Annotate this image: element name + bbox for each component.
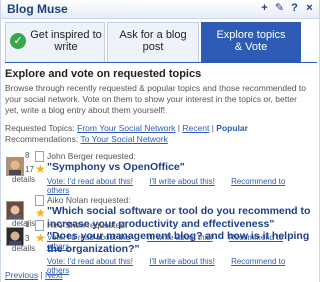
- pencil-icon[interactable]: ✎: [274, 2, 285, 14]
- filter-separator: |: [211, 123, 214, 133]
- intro-text: Browse through recently requested & popu…: [5, 83, 306, 115]
- vote-count: 3: [25, 234, 30, 243]
- widget-title: Blog Muse: [7, 2, 68, 16]
- vote-count: 17: [25, 165, 34, 174]
- tab-label: post: [142, 41, 164, 53]
- blog-muse-widget: Blog Muse + ✎ ? × ✓ Get inspired to writ…: [0, 0, 320, 282]
- filter-label: Recommendations:: [5, 134, 79, 144]
- topic-title[interactable]: "Does your management blog? and how is i…: [47, 230, 319, 256]
- document-icon: [35, 220, 44, 231]
- filter-label: Requested Topics:: [5, 123, 75, 133]
- topic-title[interactable]: "Symphony vs OpenOffice": [47, 161, 319, 174]
- avatar: [6, 201, 24, 220]
- vote-read-link[interactable]: Vote: I'd read about this!: [47, 257, 133, 266]
- next-link[interactable]: Next: [45, 270, 62, 280]
- star-icon[interactable]: ★: [35, 206, 46, 220]
- tab-label: Get inspired to: [30, 29, 102, 41]
- widget-header: Blog Muse + ✎ ? ×: [1, 0, 319, 19]
- recommendation-filters: Recommendations: To Your Social Network: [5, 134, 168, 144]
- tab-underline: [5, 62, 317, 63]
- previous-link[interactable]: Previous: [5, 270, 38, 280]
- details-link[interactable]: details: [12, 175, 35, 184]
- vote-count: 1: [25, 220, 30, 229]
- tab-bar: ✓ Get inspired to write Ask for a blog p…: [5, 22, 303, 64]
- avatar: [6, 157, 24, 176]
- document-icon: [35, 195, 44, 206]
- pager-separator: |: [40, 270, 43, 280]
- list-item: 1 3 ★ details Hiro Shen requested: "Does…: [3, 220, 319, 275]
- filter-to-network-link[interactable]: To Your Social Network: [80, 134, 167, 144]
- header-icons: + ✎ ? ×: [259, 2, 315, 14]
- tab-ask-blog-post[interactable]: Ask for a blog post: [107, 22, 199, 62]
- help-icon[interactable]: ?: [289, 2, 300, 14]
- plus-icon[interactable]: +: [259, 2, 270, 14]
- vote-read-link[interactable]: Vote: I'd read about this!: [47, 177, 133, 186]
- tab-label: write: [54, 41, 78, 53]
- tab-label: Ask for a blog: [119, 29, 187, 41]
- filter-recent-link[interactable]: Recent: [182, 123, 209, 133]
- tab-label: & Vote: [234, 41, 268, 53]
- requester: John Berger requested:: [47, 151, 136, 161]
- star-icon[interactable]: ★: [35, 162, 46, 176]
- requested-filters: Requested Topics: From Your Social Netwo…: [5, 123, 248, 133]
- details-link[interactable]: details: [12, 244, 35, 253]
- tab-label: Explore topics: [216, 29, 286, 41]
- vote-count: 8: [25, 151, 30, 160]
- write-link[interactable]: I'll write about this!: [149, 257, 215, 266]
- pagination: Previous | Next: [5, 270, 63, 280]
- filter-from-network-link[interactable]: From Your Social Network: [77, 123, 175, 133]
- close-icon[interactable]: ×: [304, 2, 315, 14]
- document-icon: [35, 151, 44, 162]
- item-actions: Vote: I'd read about this! I'll write ab…: [47, 257, 319, 275]
- filter-popular-link[interactable]: Popular: [216, 123, 248, 133]
- tab-explore-vote[interactable]: Explore topics & Vote: [201, 22, 301, 62]
- item-actions: Vote: I'd read about this! I'll write ab…: [47, 177, 319, 195]
- tab-get-inspired[interactable]: ✓ Get inspired to write: [5, 22, 105, 62]
- requester: Hiro Shen requested:: [47, 220, 128, 230]
- filter-separator: |: [177, 123, 181, 133]
- check-icon: ✓: [10, 33, 26, 49]
- write-link[interactable]: I'll write about this!: [149, 177, 215, 186]
- requester: Aiko Nolan requested:: [47, 195, 131, 205]
- star-icon[interactable]: ★: [35, 231, 46, 245]
- list-item: 8 17 ★ details John Berger requested: "S…: [3, 151, 319, 195]
- section-heading: Explore and vote on requested topics: [5, 68, 202, 80]
